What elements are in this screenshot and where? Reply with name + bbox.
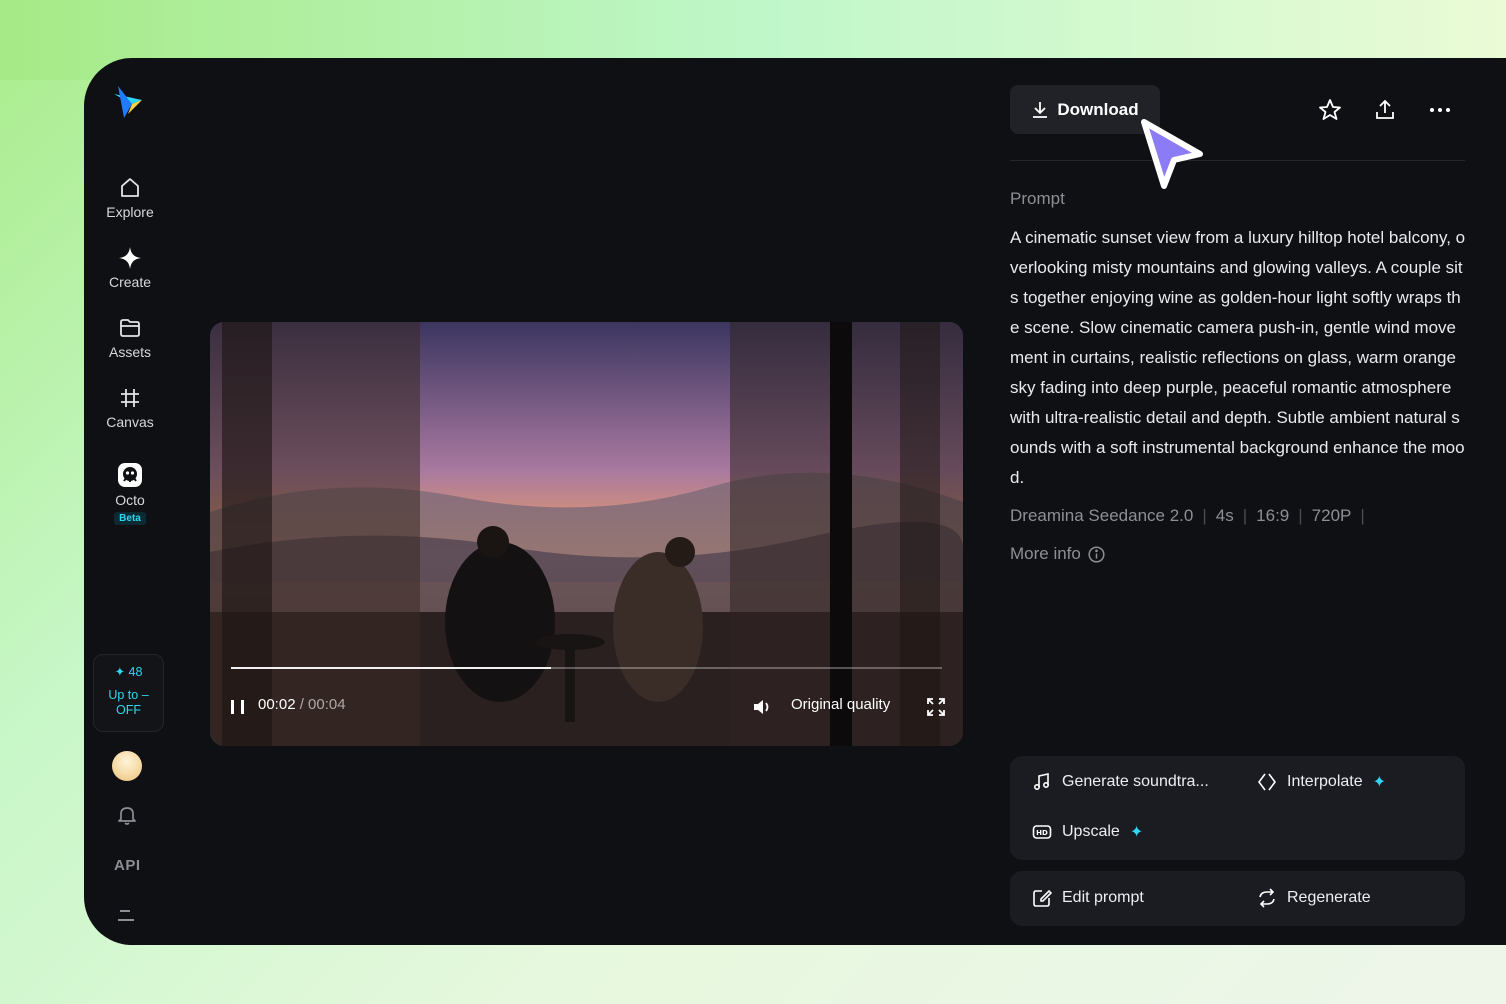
current-time: 00:02 — [258, 696, 296, 713]
sidebar-item-canvas[interactable]: Canvas — [84, 386, 176, 430]
sidebar-item-octo[interactable]: Octo Beta — [84, 462, 176, 525]
upgrade-line-2: OFF — [116, 703, 141, 717]
generation-meta: Dreamina Seedance 2.0 | 4s | 16:9 | 720P… — [1010, 506, 1374, 526]
generate-soundtrack-button[interactable]: Generate soundtra... — [1032, 772, 1209, 792]
crop-frame-icon — [121, 389, 139, 407]
credits-count: ✦ 48 — [94, 664, 163, 679]
upgrade-offer: Up to – OFF — [94, 688, 163, 718]
video-progress-track[interactable] — [231, 667, 942, 669]
regenerate-label: Regenerate — [1287, 889, 1371, 906]
total-duration: / 00:04 — [299, 696, 346, 713]
sidebar-item-label: Canvas — [106, 414, 154, 430]
sparkle-icon — [119, 247, 141, 269]
app-window: Explore Create Assets Canvas Octo Beta ✦… — [84, 58, 1506, 945]
prompt-actions-panel: Edit prompt Regenerate — [1010, 871, 1465, 926]
beta-badge: Beta — [114, 512, 146, 525]
regenerate-icon — [1259, 888, 1275, 908]
fullscreen-icon[interactable] — [927, 698, 945, 716]
credits-count-value: 48 — [128, 665, 143, 679]
quality-selector[interactable]: Original quality — [791, 696, 890, 713]
meta-separator: | — [1360, 506, 1365, 525]
meta-ratio: 16:9 — [1256, 506, 1290, 525]
hd-icon: HD — [1032, 825, 1052, 839]
sparkle-icon: ✦ — [114, 665, 126, 679]
menu-collapse-icon[interactable] — [118, 909, 136, 923]
more-options-icon[interactable] — [1428, 98, 1452, 122]
edit-prompt-button[interactable]: Edit prompt — [1032, 888, 1144, 908]
music-note-icon — [1033, 773, 1050, 791]
sidebar-item-label: Assets — [108, 344, 151, 360]
api-link[interactable]: API — [114, 857, 141, 874]
video-player[interactable]: 00:02 / 00:04 Original quality — [210, 322, 963, 746]
volume-icon[interactable] — [752, 697, 774, 717]
enhance-actions-panel: Generate soundtra... Interpolate ✦ HD Up… — [1010, 756, 1465, 860]
video-frame — [210, 322, 963, 746]
sidebar-item-assets[interactable]: Assets — [84, 316, 176, 360]
sidebar-item-label: Create — [108, 274, 152, 290]
meta-model: Dreamina Seedance 2.0 — [1010, 506, 1194, 525]
folder-icon — [120, 319, 140, 337]
pause-icon[interactable] — [230, 699, 246, 715]
home-icon — [121, 178, 139, 197]
interpolate-icon — [1258, 773, 1276, 791]
upscale-button[interactable]: HD Upscale ✦ — [1032, 822, 1143, 842]
upgrade-line-1: Up to – — [108, 688, 149, 702]
video-progress-fill — [231, 667, 551, 669]
meta-separator: | — [1242, 506, 1248, 525]
svg-text:HD: HD — [1036, 829, 1048, 837]
app-logo-icon[interactable] — [110, 84, 146, 120]
upscale-label: Upscale — [1062, 823, 1120, 840]
avatar[interactable] — [112, 751, 142, 781]
sidebar-item-explore[interactable]: Explore — [84, 176, 176, 220]
sidebar-item-label: Octo — [115, 492, 145, 508]
credits-upgrade-card[interactable]: ✦ 48 Up to – OFF — [93, 654, 164, 732]
more-info-link[interactable]: More info — [1010, 544, 1105, 564]
share-icon[interactable] — [1373, 98, 1397, 122]
sidebar-item-create[interactable]: Create — [84, 246, 176, 290]
download-icon — [1033, 101, 1048, 118]
download-label: Download — [1057, 99, 1139, 119]
more-info-label: More info — [1010, 544, 1081, 563]
info-icon — [1088, 545, 1105, 563]
interpolate-button[interactable]: Interpolate ✦ — [1257, 772, 1386, 792]
sparkle-icon: ✦ — [1372, 774, 1387, 791]
prompt-label: Prompt — [1010, 189, 1065, 208]
edit-prompt-label: Edit prompt — [1062, 889, 1144, 906]
prompt-text: A cinematic sunset view from a luxury hi… — [1010, 228, 1466, 487]
octo-icon — [118, 463, 142, 487]
sparkle-icon: ✦ — [1129, 824, 1144, 841]
meta-separator: | — [1298, 506, 1303, 525]
sidebar-item-label: Explore — [106, 204, 154, 220]
meta-duration: 4s — [1215, 506, 1234, 525]
meta-separator: | — [1202, 506, 1207, 525]
panel-divider — [1010, 160, 1465, 161]
regenerate-button[interactable]: Regenerate — [1257, 888, 1371, 908]
pointer-cursor-icon — [1141, 119, 1203, 189]
soundtrack-label: Generate soundtra... — [1062, 773, 1209, 790]
star-icon[interactable] — [1318, 98, 1342, 122]
bell-icon[interactable] — [116, 804, 138, 826]
video-time: 00:02 / 00:04 — [258, 696, 346, 713]
edit-icon — [1033, 889, 1052, 907]
meta-resolution: 720P — [1311, 506, 1352, 525]
interpolate-label: Interpolate — [1287, 773, 1363, 790]
